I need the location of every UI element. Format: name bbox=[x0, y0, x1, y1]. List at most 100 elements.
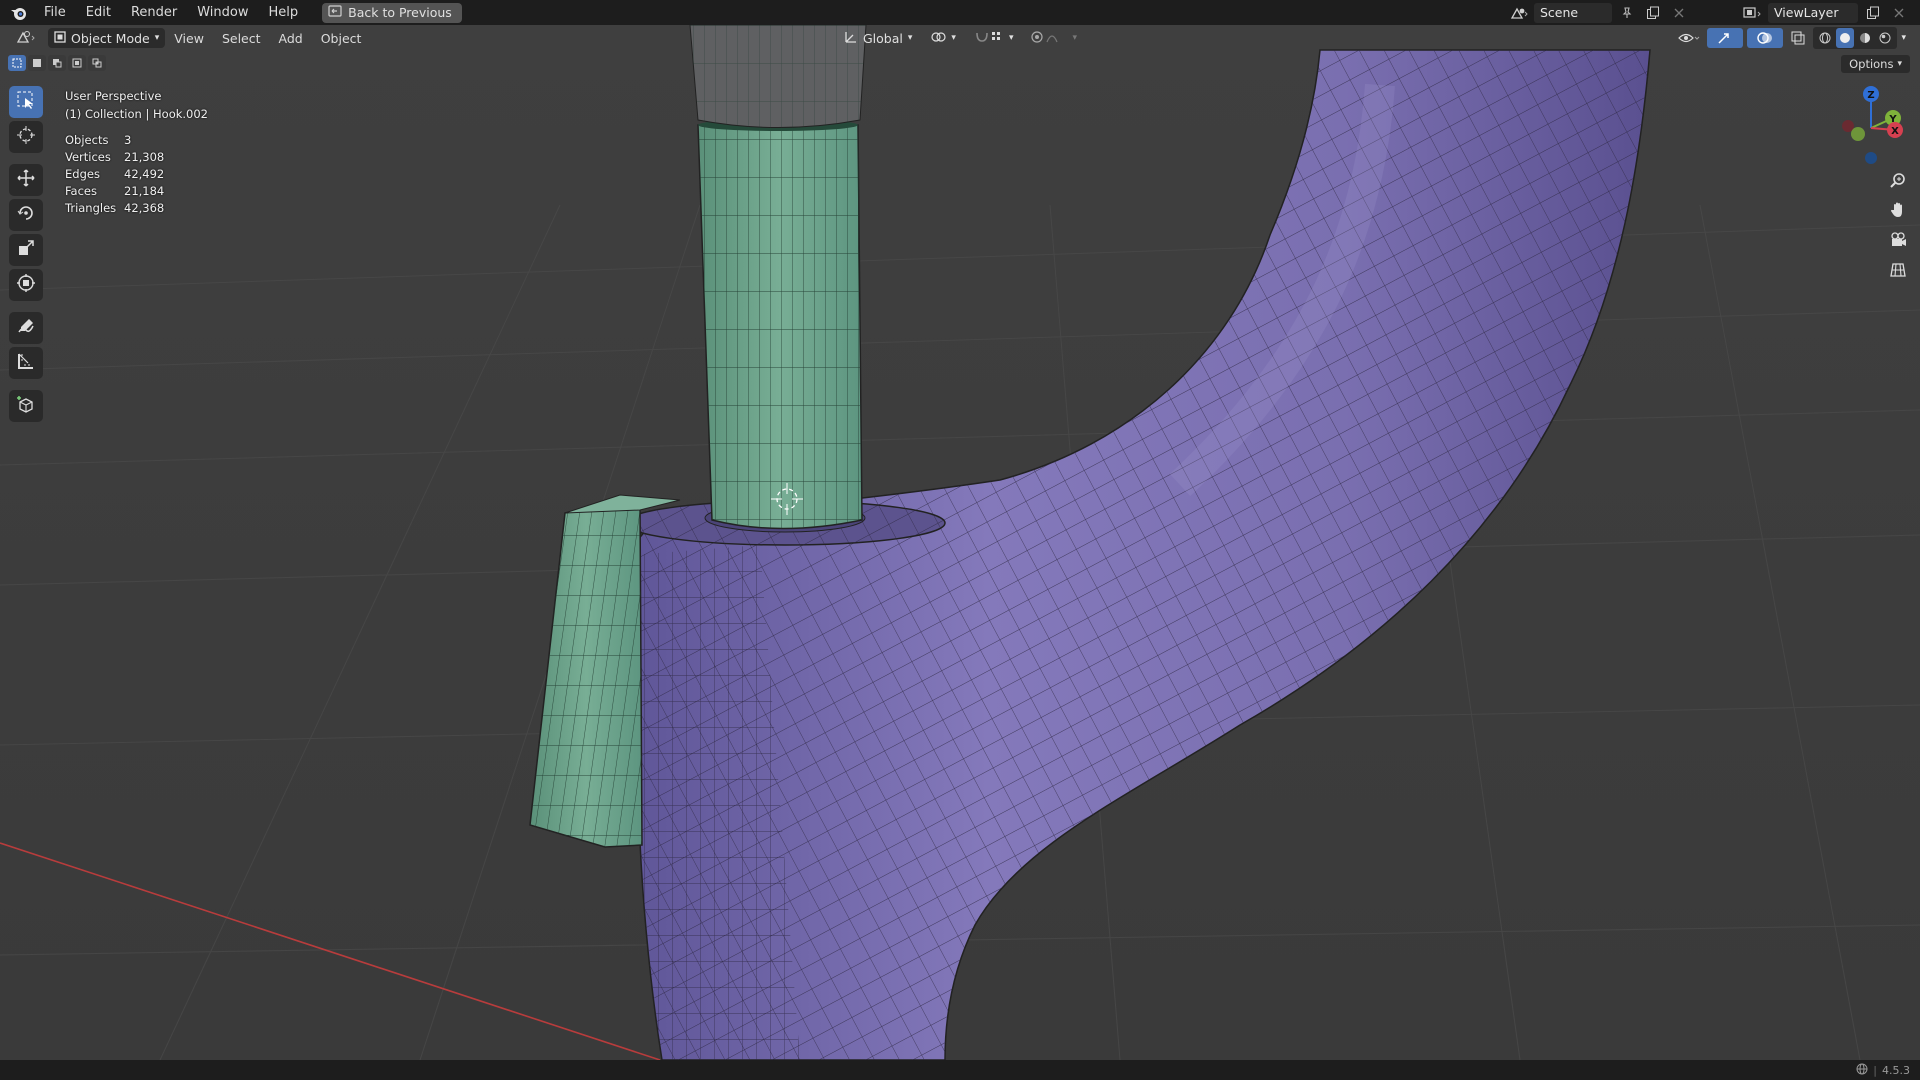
chevron-down-icon: ▾ bbox=[1008, 33, 1014, 43]
pan-button[interactable] bbox=[1886, 200, 1910, 224]
select-new-icon[interactable] bbox=[8, 55, 26, 71]
stat-row: Faces 21,184 bbox=[65, 183, 164, 200]
stat-label: Edges bbox=[65, 167, 100, 181]
close-icon[interactable] bbox=[1668, 3, 1690, 23]
chevron-down-icon: ▾ bbox=[154, 33, 160, 43]
snap-toggle[interactable]: ▾ bbox=[968, 28, 1020, 48]
scale-tool[interactable] bbox=[9, 234, 43, 266]
stat-label: Faces bbox=[65, 184, 97, 198]
scene-statistics: Objects 3 Vertices 21,308 Edges 42,492 Face… bbox=[65, 132, 164, 217]
move-icon bbox=[16, 168, 36, 192]
stat-row: Objects 3 bbox=[65, 132, 164, 149]
menu-help[interactable]: Help bbox=[259, 0, 309, 25]
stat-row: Edges 42,492 bbox=[65, 166, 164, 183]
cursor-icon bbox=[16, 125, 36, 149]
rotate-tool[interactable] bbox=[9, 199, 43, 231]
editor-type-icon bbox=[16, 30, 38, 47]
annotate-tool[interactable] bbox=[9, 312, 43, 344]
options-dropdown[interactable]: Options ▾ bbox=[1841, 55, 1910, 73]
back-to-previous-button[interactable]: Back to Previous bbox=[322, 2, 462, 23]
stat-label: Triangles bbox=[65, 201, 117, 215]
menu-view[interactable]: View bbox=[165, 31, 213, 46]
menu-add[interactable]: Add bbox=[270, 31, 312, 46]
scene-selector: Scene bbox=[1508, 2, 1690, 23]
rotate-icon bbox=[16, 203, 36, 227]
select-intersect-icon[interactable] bbox=[88, 55, 106, 71]
stat-value: 3 bbox=[124, 133, 132, 147]
navigation-gizmo[interactable]: Z Y X bbox=[1836, 86, 1906, 170]
select-invert-icon[interactable] bbox=[68, 55, 86, 71]
scene-name-field[interactable]: Scene bbox=[1534, 2, 1612, 23]
viewlayer-icon[interactable] bbox=[1742, 3, 1764, 23]
select-subtract-icon[interactable] bbox=[48, 55, 66, 71]
transform-orientation-dropdown[interactable]: Global ▾ bbox=[838, 28, 918, 48]
menu-file[interactable]: File bbox=[34, 0, 76, 25]
close-icon[interactable] bbox=[1888, 3, 1910, 23]
stat-value: 42,492 bbox=[124, 167, 165, 181]
xray-toggle[interactable] bbox=[1787, 28, 1809, 48]
hand-icon bbox=[1889, 201, 1907, 223]
toggle-perspective-button[interactable] bbox=[1886, 260, 1910, 284]
collection-info: (1) Collection | Hook.002 bbox=[65, 107, 208, 121]
viewport-header: Object Mode ▾ View Select Add Object Glo… bbox=[0, 25, 1920, 51]
view-layer-name: ViewLayer bbox=[1774, 5, 1839, 20]
transform-tool[interactable] bbox=[9, 269, 43, 301]
chevron-down-icon: ▾ bbox=[907, 33, 913, 43]
view-layer-selector: ViewLayer bbox=[1742, 2, 1910, 23]
3d-viewport[interactable] bbox=[0, 25, 1920, 1060]
measure-tool[interactable] bbox=[9, 347, 43, 379]
chevron-down-icon: ▾ bbox=[951, 33, 956, 43]
back-icon bbox=[328, 5, 342, 20]
gizmo-z-label: Z bbox=[1867, 90, 1874, 101]
copy-icon[interactable] bbox=[1862, 3, 1884, 23]
annotate-icon bbox=[16, 316, 36, 340]
rendered-shading-icon[interactable] bbox=[1876, 28, 1894, 48]
solid-shading-icon[interactable] bbox=[1836, 28, 1855, 48]
selection-mode-buttons bbox=[8, 55, 106, 71]
camera-icon bbox=[1889, 231, 1907, 253]
chevron-down-icon: ▾ bbox=[1897, 59, 1902, 69]
camera-view-button[interactable] bbox=[1886, 230, 1910, 254]
wireframe-shading-icon[interactable] bbox=[1816, 28, 1834, 48]
pivot-point-dropdown[interactable]: ▾ bbox=[924, 28, 962, 48]
scene-icon[interactable] bbox=[1508, 3, 1530, 23]
visibility-dropdown[interactable] bbox=[1675, 28, 1703, 48]
chevron-down-icon[interactable]: ▾ bbox=[1901, 33, 1906, 43]
snap-icon bbox=[974, 30, 1004, 47]
menu-edit[interactable]: Edit bbox=[76, 0, 121, 25]
scene-name: Scene bbox=[1540, 5, 1579, 20]
menu-render[interactable]: Render bbox=[121, 0, 187, 25]
view-layer-field[interactable]: ViewLayer bbox=[1768, 2, 1858, 23]
tool-shelf bbox=[9, 86, 45, 425]
gizmo-toggle[interactable] bbox=[1707, 28, 1744, 48]
select-box-tool[interactable] bbox=[9, 86, 43, 118]
chevron-down-icon: ▾ bbox=[1072, 33, 1077, 43]
pin-icon[interactable] bbox=[1616, 3, 1638, 23]
menu-object[interactable]: Object bbox=[312, 31, 371, 46]
stat-label: Vertices bbox=[65, 150, 111, 164]
copy-icon[interactable] bbox=[1642, 3, 1664, 23]
zoom-button[interactable] bbox=[1886, 170, 1910, 194]
move-tool[interactable] bbox=[9, 164, 43, 196]
menu-select[interactable]: Select bbox=[213, 31, 270, 46]
select-extend-icon[interactable] bbox=[28, 55, 46, 71]
navigation-controls bbox=[1886, 170, 1912, 290]
cylinder-mesh bbox=[689, 25, 867, 530]
blender-logo[interactable] bbox=[8, 2, 30, 24]
object-mode-dropdown[interactable]: Object Mode ▾ bbox=[48, 28, 166, 48]
orientation-icon bbox=[844, 30, 858, 47]
proportional-editing-toggle[interactable]: ▾ bbox=[1025, 28, 1083, 48]
overlays-toggle[interactable] bbox=[1747, 28, 1784, 48]
cursor-tool[interactable] bbox=[9, 121, 43, 153]
material-shading-icon[interactable] bbox=[1856, 28, 1874, 48]
globe-icon bbox=[1856, 1063, 1868, 1078]
editor-type-button[interactable] bbox=[10, 28, 44, 48]
stat-value: 42,368 bbox=[124, 201, 165, 215]
object-mode-label: Object Mode bbox=[71, 30, 150, 46]
menu-window[interactable]: Window bbox=[187, 0, 258, 25]
add-cube-tool[interactable] bbox=[9, 390, 43, 422]
stat-row: Vertices 21,308 bbox=[65, 149, 164, 166]
perspective-label: User Perspective bbox=[65, 89, 162, 103]
pivot-icon bbox=[930, 30, 947, 47]
transform-icon bbox=[16, 273, 36, 297]
